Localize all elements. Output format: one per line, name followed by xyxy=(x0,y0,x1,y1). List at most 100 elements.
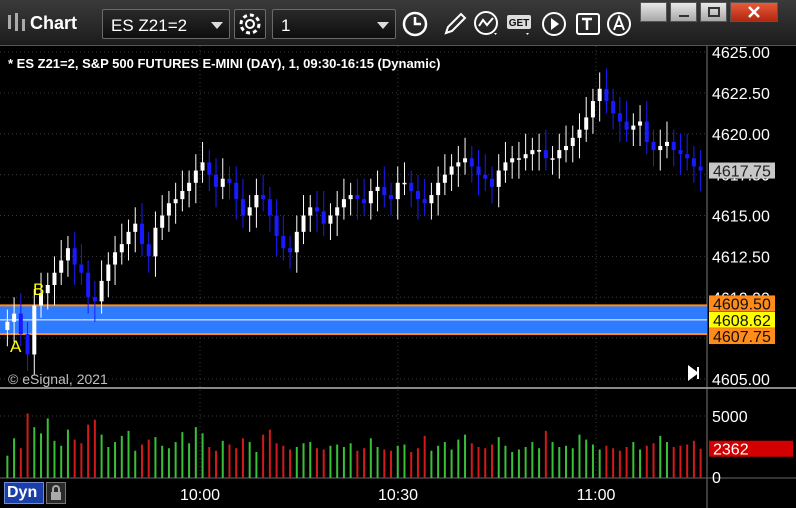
price-tick-label: 4622.50 xyxy=(712,86,770,103)
candle-body xyxy=(92,297,97,302)
volume-bar xyxy=(551,442,554,478)
volume-bar xyxy=(161,445,164,478)
candle xyxy=(348,182,353,216)
study-button[interactable] xyxy=(472,9,502,39)
settings-button[interactable] xyxy=(234,9,266,39)
candle xyxy=(698,150,703,191)
get-data-button[interactable]: GET xyxy=(506,9,536,39)
app-label: Chart xyxy=(30,13,78,33)
maximize-button[interactable] xyxy=(700,2,727,22)
volume-bar xyxy=(322,449,325,478)
candle-body xyxy=(247,207,252,216)
candle xyxy=(288,235,293,269)
candle xyxy=(261,174,266,212)
candle-body xyxy=(698,166,703,171)
dynamic-mode-button[interactable]: Dyn xyxy=(4,482,66,504)
candle-body xyxy=(496,170,501,187)
candle xyxy=(564,125,569,163)
symbol-select[interactable]: ES Z21=2 xyxy=(102,9,230,39)
clock-button[interactable] xyxy=(400,9,430,39)
study-icon xyxy=(474,11,498,35)
candle xyxy=(355,178,360,220)
candle-body xyxy=(395,182,400,200)
volume-bar xyxy=(107,447,110,478)
candle xyxy=(550,146,555,175)
volume-bar xyxy=(114,442,117,478)
candle-body xyxy=(456,162,461,167)
volume-bar xyxy=(511,451,514,478)
candle-body xyxy=(382,186,387,196)
candle-body xyxy=(409,182,414,191)
band-high-tag-text: 4609.50 xyxy=(713,296,771,313)
volume-bar xyxy=(605,445,608,478)
candle-body xyxy=(281,235,286,249)
candle-body xyxy=(449,166,454,175)
restore-button[interactable] xyxy=(640,2,667,22)
play-button[interactable] xyxy=(540,9,570,39)
candle xyxy=(106,252,111,298)
band-mid-tag-text: 4608.62 xyxy=(713,313,771,330)
candle-body xyxy=(180,190,185,200)
interval-value: 1 xyxy=(281,16,291,35)
candle-body xyxy=(274,215,279,236)
candle-body xyxy=(45,284,50,294)
candle xyxy=(415,174,420,220)
candle xyxy=(557,133,562,179)
candle xyxy=(274,199,279,257)
candle xyxy=(240,178,245,228)
candle xyxy=(45,272,50,310)
close-button[interactable] xyxy=(730,2,778,22)
volume-bar xyxy=(437,445,440,478)
alert-button[interactable] xyxy=(606,9,636,39)
lock-icon[interactable] xyxy=(46,482,66,504)
candle xyxy=(543,129,548,171)
draw-button[interactable] xyxy=(440,9,470,39)
candle xyxy=(133,207,138,253)
candle-body xyxy=(86,272,91,298)
candle-body xyxy=(611,101,616,114)
candle xyxy=(207,150,212,191)
price-band[interactable] xyxy=(0,304,707,336)
dynamic-mode-label: Dyn xyxy=(4,482,44,504)
volume-bar xyxy=(93,419,96,478)
candle-body xyxy=(375,186,380,191)
volume-bar xyxy=(517,449,520,478)
minimize-button[interactable] xyxy=(670,2,697,22)
alert-icon xyxy=(607,12,631,36)
volume-bar xyxy=(275,443,278,478)
volume-bar xyxy=(268,429,271,478)
toolbar: Chart ES Z21=2 1 GET xyxy=(0,0,796,46)
candle-body xyxy=(59,260,64,273)
candle xyxy=(59,240,64,285)
candle-body xyxy=(469,158,474,167)
candle xyxy=(362,178,367,216)
chevron-down-icon xyxy=(377,22,389,29)
candle xyxy=(193,154,198,204)
candle-body xyxy=(597,88,602,102)
candle-body xyxy=(402,182,407,185)
candle-body xyxy=(321,211,326,224)
volume-bar xyxy=(19,448,22,478)
candle xyxy=(510,146,515,179)
interval-select[interactable]: 1 xyxy=(272,9,396,39)
volume-bar xyxy=(73,439,76,478)
volume-bar xyxy=(430,450,433,478)
chart-canvas[interactable]: 4625.004622.504620.004617.504615.004612.… xyxy=(0,46,796,508)
price-tick-label: 4620.00 xyxy=(712,127,770,144)
jump-to-end-icon[interactable] xyxy=(688,365,699,381)
candle xyxy=(597,72,602,122)
candle xyxy=(442,154,447,196)
clock-icon xyxy=(402,11,428,37)
candle-body xyxy=(139,223,144,245)
candle xyxy=(651,129,656,167)
volume-bar xyxy=(591,444,594,478)
candle xyxy=(126,219,131,261)
volume-bar xyxy=(262,434,265,478)
volume-bar xyxy=(531,442,534,478)
volume-bar xyxy=(383,449,386,478)
band-high-tag: 4609.50 xyxy=(709,295,775,313)
label-a: A xyxy=(10,337,22,356)
price-tick-label: 4625.00 xyxy=(712,46,770,62)
volume-bar xyxy=(282,445,285,478)
text-button[interactable] xyxy=(574,9,604,39)
